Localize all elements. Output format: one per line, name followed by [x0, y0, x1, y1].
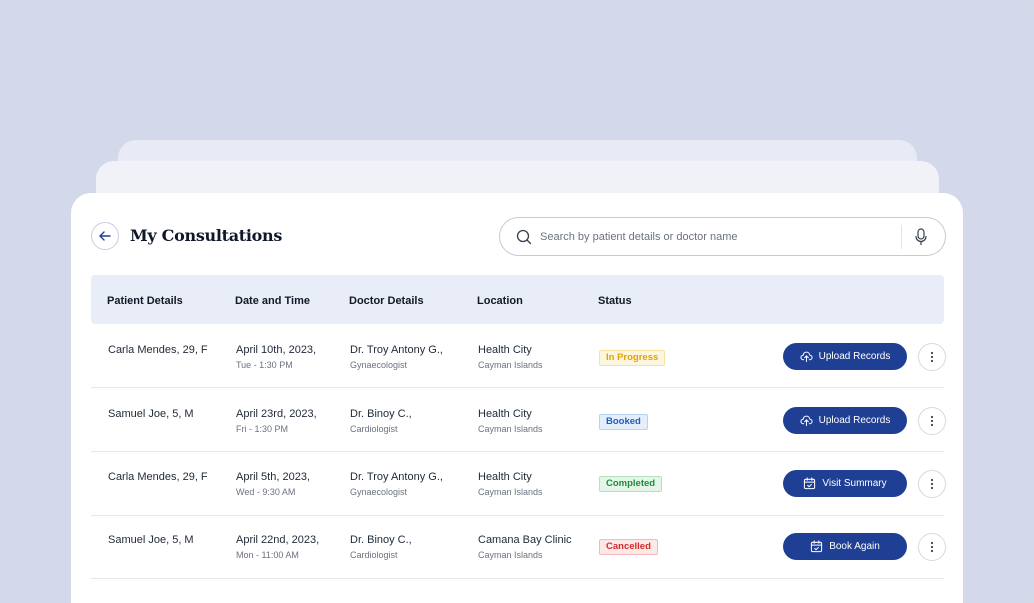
status-badge: Completed [599, 476, 663, 492]
consultations-card: My Consultations Patient Details Date an… [71, 193, 963, 603]
search-divider [901, 225, 902, 249]
more-vertical-icon [930, 478, 934, 490]
doctor-name: Dr. Troy Antony G., [350, 344, 443, 356]
appointment-date: April 22nd, 2023, [236, 534, 320, 546]
doctor-specialty: Gynaecologist [350, 487, 408, 497]
location-region: Cayman Islands [478, 550, 543, 560]
location-name: Health City [478, 408, 532, 420]
book-again-button[interactable]: Book Again [783, 533, 907, 560]
appointment-time: Mon - 11:00 AM [236, 550, 299, 560]
appointment-date: April 5th, 2023, [236, 471, 310, 483]
upload-icon [800, 351, 813, 363]
location-name: Health City [478, 471, 532, 483]
more-vertical-icon [930, 541, 934, 553]
search-icon [516, 229, 532, 245]
doctor-specialty: Cardiologist [350, 424, 398, 434]
more-options-button[interactable] [918, 533, 946, 561]
column-header-patient: Patient Details [107, 295, 183, 307]
visit-summary-button[interactable]: Visit Summary [783, 470, 907, 497]
back-button[interactable] [91, 222, 119, 250]
column-header-location: Location [477, 295, 523, 307]
location-name: Camana Bay Clinic [478, 534, 572, 546]
appointment-date: April 23rd, 2023, [236, 408, 317, 420]
patient-details: Carla Mendes, 29, F [108, 471, 208, 483]
appointment-time: Fri - 1:30 PM [236, 424, 289, 434]
table-row[interactable]: Carla Mendes, 29, F April 10th, 2023, Tu… [91, 324, 946, 388]
column-header-date: Date and Time [235, 295, 310, 307]
calendar-check-icon [811, 540, 823, 553]
location-region: Cayman Islands [478, 360, 543, 370]
status-badge: Cancelled [599, 539, 658, 555]
column-header-doctor: Doctor Details [349, 295, 424, 307]
action-button-label: Upload Records [818, 415, 891, 426]
search-input[interactable] [540, 226, 890, 248]
upload-records-button[interactable]: Upload Records [783, 407, 907, 434]
more-vertical-icon [930, 415, 934, 427]
action-button-label: Visit Summary [822, 478, 887, 489]
doctor-specialty: Gynaecologist [350, 360, 408, 370]
more-options-button[interactable] [918, 343, 946, 371]
table-header: Patient Details Date and Time Doctor Det… [91, 275, 944, 324]
table-row[interactable]: Samuel Joe, 5, M April 23rd, 2023, Fri -… [91, 388, 946, 452]
doctor-name: Dr. Binoy C., [350, 408, 412, 420]
action-button-label: Book Again [829, 541, 880, 552]
more-options-button[interactable] [918, 407, 946, 435]
status-badge: Booked [599, 414, 648, 430]
upload-records-button[interactable]: Upload Records [783, 343, 907, 370]
patient-details: Carla Mendes, 29, F [108, 344, 208, 356]
more-vertical-icon [930, 351, 934, 363]
appointment-date: April 10th, 2023, [236, 344, 317, 356]
arrow-left-icon [99, 231, 111, 241]
search-bar[interactable] [499, 217, 946, 256]
appointment-time: Tue - 1:30 PM [236, 360, 293, 370]
microphone-icon[interactable] [914, 228, 928, 246]
doctor-name: Dr. Binoy C., [350, 534, 412, 546]
table-row[interactable]: Samuel Joe, 5, M April 22nd, 2023, Mon -… [91, 515, 946, 579]
table-row[interactable]: Carla Mendes, 29, F April 5th, 2023, Wed… [91, 452, 946, 516]
patient-details: Samuel Joe, 5, M [108, 534, 194, 546]
appointment-time: Wed - 9:30 AM [236, 487, 296, 497]
status-badge: In Progress [599, 350, 666, 366]
calendar-check-icon [804, 477, 816, 490]
location-region: Cayman Islands [478, 487, 543, 497]
doctor-specialty: Cardiologist [350, 550, 398, 560]
action-button-label: Upload Records [818, 351, 891, 362]
location-region: Cayman Islands [478, 424, 543, 434]
more-options-button[interactable] [918, 470, 946, 498]
column-header-status: Status [598, 295, 632, 307]
page-title: My Consultations [130, 226, 283, 245]
location-name: Health City [478, 344, 532, 356]
upload-icon [800, 415, 813, 427]
patient-details: Samuel Joe, 5, M [108, 408, 194, 420]
doctor-name: Dr. Troy Antony G., [350, 471, 443, 483]
